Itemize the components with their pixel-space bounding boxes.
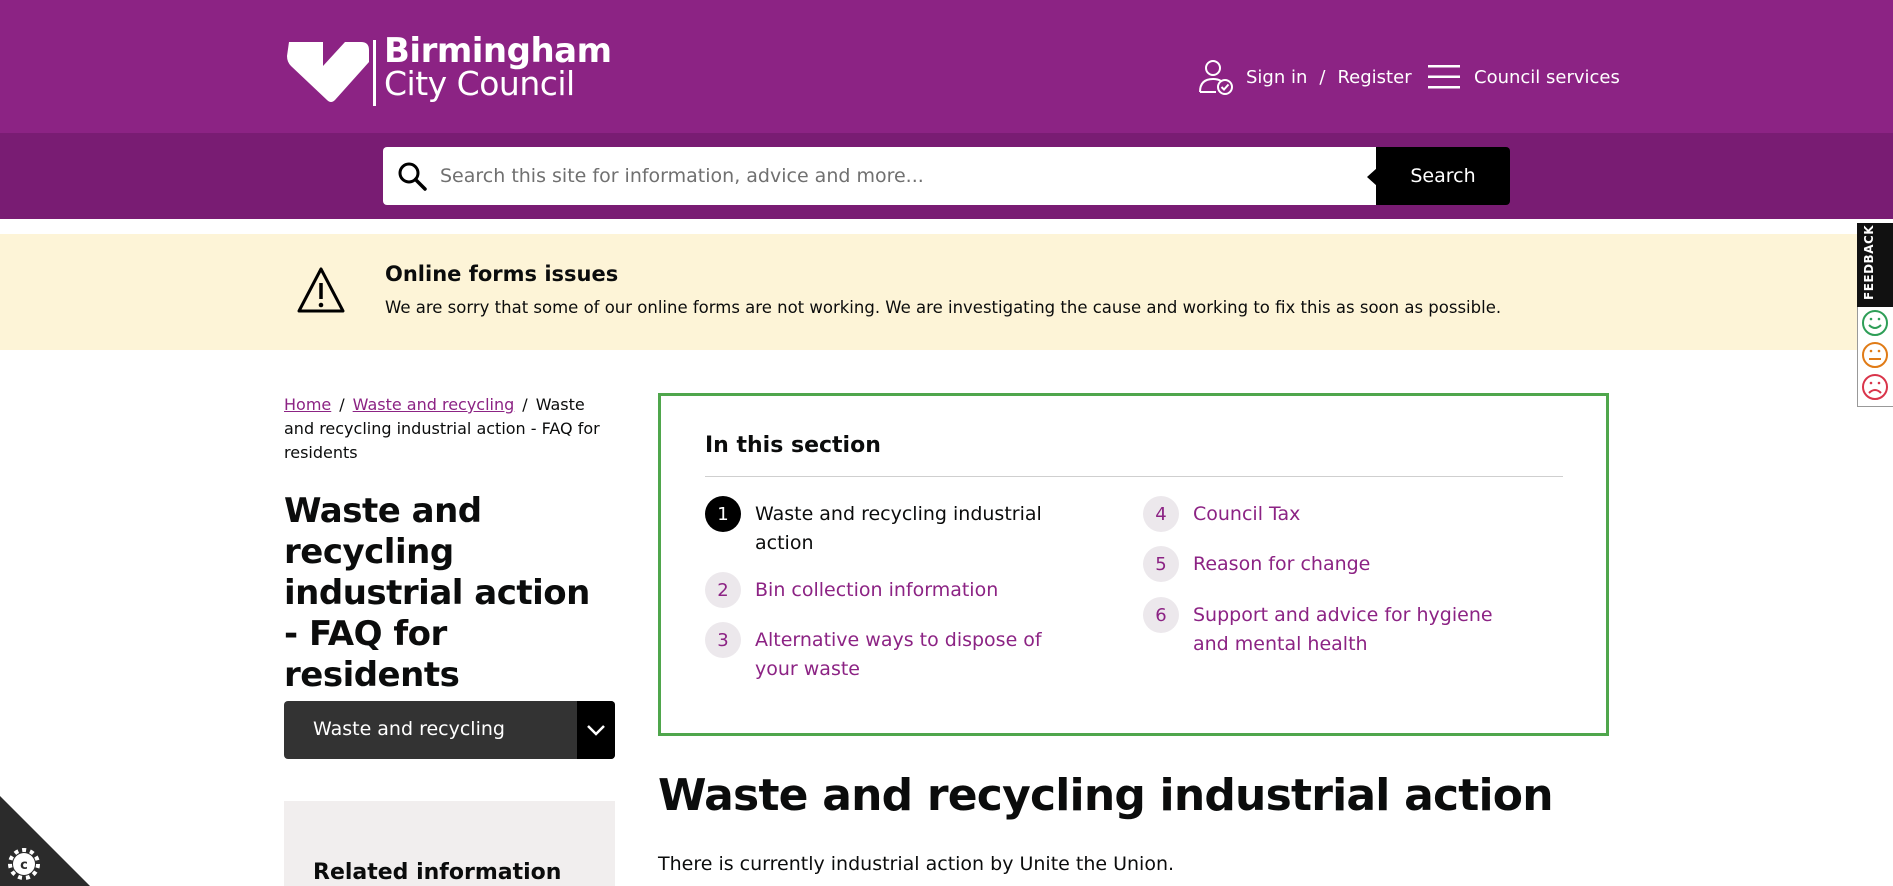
section-dropdown[interactable]: Waste and recycling bbox=[284, 701, 615, 759]
warning-icon bbox=[297, 267, 345, 313]
breadcrumb-separator: / bbox=[522, 395, 528, 414]
toc-number: 4 bbox=[1143, 496, 1179, 532]
toc-number: 3 bbox=[705, 622, 741, 658]
toc-item-3[interactable]: 3 Alternative ways to dispose of your wa… bbox=[705, 622, 1065, 684]
main-heading: Waste and recycling industrial action bbox=[658, 770, 1554, 821]
logo-divider bbox=[373, 40, 376, 106]
breadcrumb-separator: / bbox=[339, 395, 345, 414]
feedback-faces bbox=[1862, 310, 1888, 400]
dropdown-label: Waste and recycling bbox=[313, 718, 505, 740]
toc-label: Bin collection information bbox=[755, 579, 999, 601]
alert-banner bbox=[0, 234, 1893, 350]
toc-item-1[interactable]: 1 Waste and recycling industrial action bbox=[705, 496, 1065, 558]
section-divider bbox=[705, 476, 1563, 477]
cookie-settings-button[interactable]: c bbox=[0, 796, 90, 886]
account-separator: / bbox=[1319, 66, 1326, 88]
neutral-face-icon[interactable] bbox=[1862, 342, 1888, 368]
toc-item-6[interactable]: 6 Support and advice for hygiene and men… bbox=[1143, 597, 1523, 659]
toc-number: 6 bbox=[1143, 597, 1179, 633]
toc-label: Reason for change bbox=[1193, 553, 1371, 575]
alert-title: Online forms issues bbox=[385, 262, 619, 286]
page-title: Waste and recycling industrial action - … bbox=[284, 491, 590, 695]
toc-item-4[interactable]: 4 Council Tax bbox=[1143, 496, 1523, 532]
account-links: Sign in / Register bbox=[1198, 58, 1412, 96]
breadcrumb-home-link[interactable]: Home bbox=[284, 395, 331, 414]
logo-text[interactable]: Birmingham City Council bbox=[384, 34, 612, 100]
toc-item-2[interactable]: 2 Bin collection information bbox=[705, 572, 1065, 608]
related-information-title: Related information bbox=[313, 860, 562, 885]
sad-face-icon[interactable] bbox=[1862, 374, 1888, 400]
hamburger-menu-icon bbox=[1428, 65, 1460, 89]
intro-paragraph: There is currently industrial action by … bbox=[658, 853, 1175, 875]
happy-face-icon[interactable] bbox=[1862, 310, 1888, 336]
toc-label: Support and advice for hygiene and menta… bbox=[1193, 604, 1493, 655]
toc-label: Alternative ways to dispose of your wast… bbox=[755, 629, 1042, 680]
breadcrumb-parent-link[interactable]: Waste and recycling bbox=[353, 395, 515, 414]
user-check-icon bbox=[1199, 60, 1233, 95]
search-button[interactable]: Search bbox=[1376, 147, 1510, 205]
svg-text:c: c bbox=[20, 858, 28, 873]
heart-logo-icon bbox=[287, 42, 369, 102]
register-link[interactable]: Register bbox=[1337, 67, 1411, 88]
logo-line-2: City Council bbox=[384, 64, 575, 103]
feedback-label: FEEDBACK bbox=[1862, 224, 1876, 300]
council-services-menu[interactable]: Council services bbox=[1428, 60, 1620, 94]
sign-in-link[interactable]: Sign in bbox=[1246, 67, 1307, 88]
search-input[interactable] bbox=[440, 147, 1360, 205]
toc-item-5[interactable]: 5 Reason for change bbox=[1143, 546, 1523, 582]
toc-number: 2 bbox=[705, 572, 741, 608]
chevron-down-icon bbox=[587, 725, 605, 736]
search-icon bbox=[398, 162, 427, 191]
toc-label: Council Tax bbox=[1193, 503, 1301, 525]
alert-text: We are sorry that some of our online for… bbox=[385, 298, 1502, 317]
in-this-section-heading: In this section bbox=[705, 433, 881, 458]
council-services-label: Council services bbox=[1474, 66, 1620, 88]
logo-line-1: Birmingham bbox=[384, 31, 612, 71]
toc-number: 1 bbox=[705, 496, 741, 532]
toc-label: Waste and recycling industrial action bbox=[755, 503, 1042, 554]
breadcrumb: Home / Waste and recycling / Waste and recyc… bbox=[284, 393, 614, 465]
toc-number: 5 bbox=[1143, 546, 1179, 582]
dropdown-toggle[interactable] bbox=[577, 701, 615, 759]
